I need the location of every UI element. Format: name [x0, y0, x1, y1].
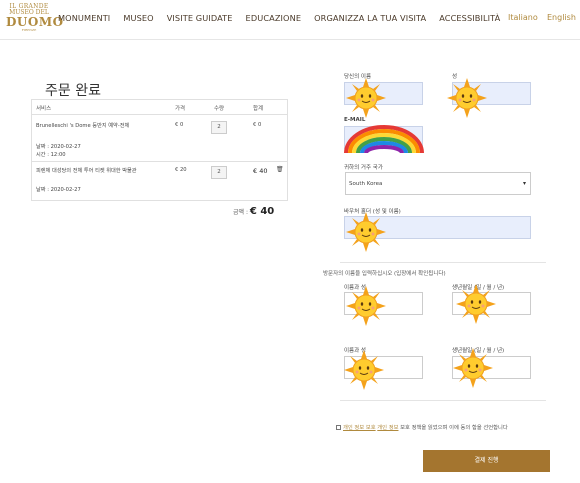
divider: [340, 400, 546, 401]
item-price: € 20: [175, 167, 187, 173]
sun-sticker-icon: [346, 286, 386, 326]
sun-sticker-icon: [447, 78, 487, 118]
nav-item-visite-guidate[interactable]: VISITE GUIDATE: [167, 13, 233, 23]
item-date: 날짜 : 2020-02-27: [36, 144, 81, 150]
col-total: 합계: [253, 106, 264, 112]
divider: [340, 262, 546, 263]
quantity-field[interactable]: 2: [211, 166, 227, 179]
nav-item-monumenti[interactable]: MONUMENTI: [58, 13, 110, 23]
order-amount: 금액 : € 40: [233, 206, 274, 217]
logo-line: DUOMO: [6, 15, 64, 29]
item-total: € 40: [253, 167, 268, 175]
item-time: 시간 : 12:00: [36, 152, 66, 158]
sun-sticker-icon: [346, 78, 386, 118]
item-total: € 0: [253, 122, 262, 128]
col-quantity: 수량: [214, 106, 225, 112]
privacy-link[interactable]: 개인 정보 보호: [343, 425, 376, 431]
consent-checkbox[interactable]: [336, 425, 341, 430]
sun-sticker-icon: [344, 350, 384, 390]
consent-text: 보호 정책을 읽었으며 이에 동의 함을 선언합니다: [400, 425, 508, 431]
visitors-note: 방문자의 이름을 입력하십시오 (입장에서 확인됩니다): [323, 271, 446, 277]
amount-value: € 40: [249, 206, 275, 217]
rainbow-sticker-icon: [344, 125, 424, 153]
main-nav: MONUMENTI MUSEO VISITE GUIDATE EDUCAZION…: [58, 13, 513, 23]
sun-sticker-icon: [346, 212, 386, 252]
amount-label: 금액 :: [233, 209, 248, 216]
nav-item-organizza[interactable]: ORGANIZZA LA TUA VISITA: [314, 13, 426, 23]
order-table-header: 서비스 가격 수량 합계: [32, 100, 287, 115]
item-price: € 0: [175, 122, 184, 128]
country-select[interactable]: South Korea ▾: [345, 172, 531, 195]
sun-sticker-icon: [456, 284, 496, 324]
order-table: 서비스 가격 수량 합계 Brunelleschi 's Dome 등반지 예약…: [31, 99, 288, 201]
nav-item-educazione[interactable]: EDUCAZIONE: [246, 13, 302, 23]
museum-logo[interactable]: IL GRANDE MUSEO DEL DUOMO FIRENZE: [6, 4, 64, 32]
nav-item-accessibilita[interactable]: ACCESSIBILITÀ: [439, 13, 500, 23]
proceed-payment-button[interactable]: 결제 진행: [423, 450, 550, 472]
item-date: 날짜 : 2020-02-27: [36, 187, 81, 193]
order-title: 주문 완료: [45, 83, 101, 99]
site-header: IL GRANDE MUSEO DEL DUOMO FIRENZE MONUME…: [0, 0, 580, 40]
privacy-info-link[interactable]: 개인 정보: [377, 425, 398, 431]
col-price: 가격: [175, 106, 186, 112]
item-name: Brunelleschi 's Dome 등반지 예약-전체: [36, 123, 130, 129]
language-english[interactable]: English: [547, 13, 576, 22]
country-value: South Korea: [349, 181, 383, 187]
chevron-down-icon: ▾: [522, 180, 526, 187]
table-row: Brunelleschi 's Dome 등반지 예약-전체 € 0 2 € 0…: [32, 115, 287, 162]
nav-item-museo[interactable]: MUSEO: [123, 13, 153, 23]
logo-line: FIRENZE: [21, 28, 37, 32]
col-service: 서비스: [36, 106, 52, 112]
quantity-field[interactable]: 2: [211, 121, 227, 134]
sun-sticker-icon: [453, 348, 493, 388]
table-row: 피렌체 대성당의 전체 투어 티켓 위대한 박물관 € 20 2 € 40 🗑 …: [32, 162, 287, 200]
item-name: 피렌체 대성당의 전체 투어 티켓 위대한 박물관: [36, 168, 137, 174]
privacy-consent: 개인 정보 보호 개인 정보 보호 정책을 읽었으며 이에 동의 함을 선언합니…: [336, 423, 508, 431]
country-label: 귀하의 거주 국가: [344, 165, 383, 171]
delete-icon[interactable]: 🗑: [276, 166, 284, 173]
language-italiano[interactable]: Italiano: [508, 13, 538, 22]
